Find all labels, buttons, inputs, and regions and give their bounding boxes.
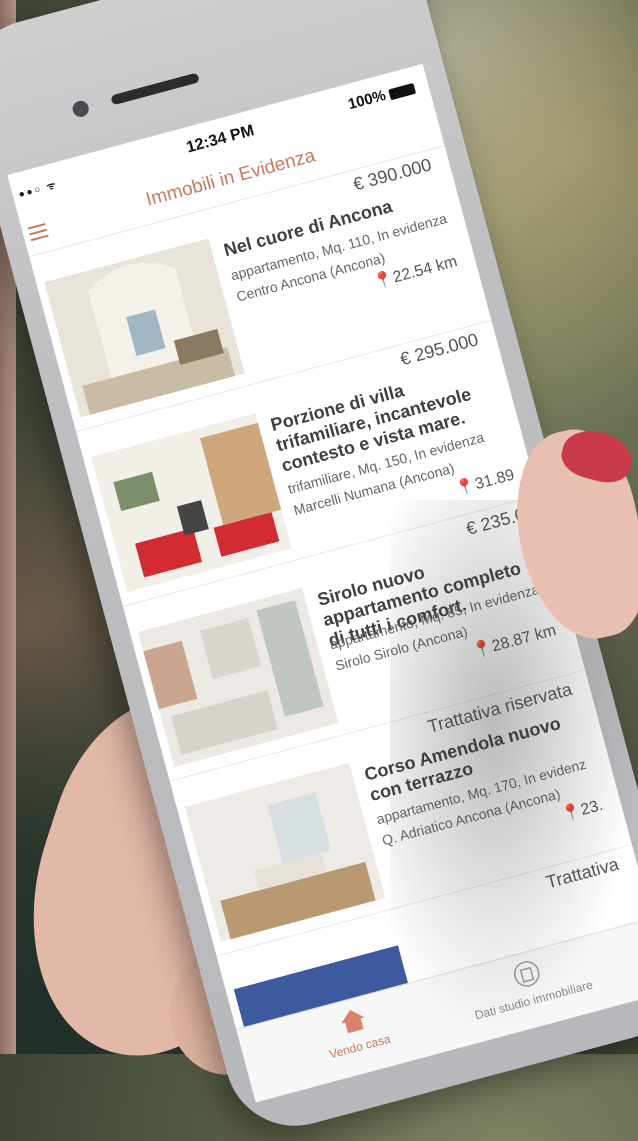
listing-photo [91, 413, 292, 593]
listing-photo [44, 238, 245, 418]
house-icon [341, 1009, 365, 1034]
listing-photo [184, 762, 386, 942]
listing-photo [137, 587, 339, 768]
front-camera-icon [70, 99, 91, 119]
building-icon [514, 961, 540, 987]
earpiece [110, 72, 200, 106]
battery-indicator: 100% [346, 79, 417, 113]
